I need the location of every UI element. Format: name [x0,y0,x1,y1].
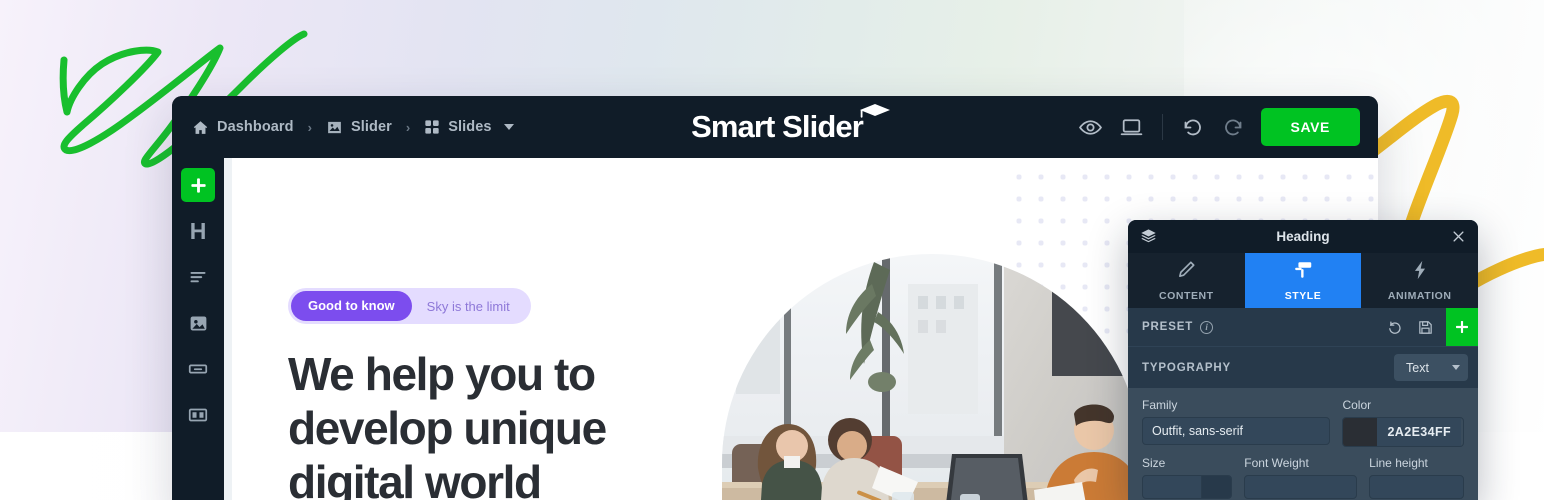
save-button[interactable]: SAVE [1260,108,1360,146]
chevron-down-icon[interactable] [503,124,514,130]
typography-row: TYPOGRAPHY Text [1128,346,1478,388]
text-lines-icon [190,272,206,283]
slide-badge[interactable]: Good to know Sky is the limit [288,288,531,324]
font-family-input[interactable]: Outfit, sans-serif [1142,417,1331,445]
plus-icon [190,177,206,193]
topbar-actions: SAVE [1078,108,1360,146]
tab-style-label: STYLE [1284,290,1322,302]
font-color-field: Color 2A2E34FF [1342,398,1464,447]
slide-badge-secondary: Sky is the limit [426,298,510,314]
tab-animation[interactable]: ANIMATION [1361,253,1478,308]
sidebar-item-heading-layer[interactable]: H [181,214,215,248]
font-size-unit[interactable] [1201,476,1232,498]
typography-select-value: Text [1406,360,1429,375]
tab-content[interactable]: CONTENT [1128,253,1245,308]
columns-icon [188,408,208,422]
screenshot-root: Dashboard › Slider › Slides Smart Slider… [0,0,1544,500]
heading-settings-panel: Heading CONTENT STYLE ANIMATION PRESET i… [1128,220,1478,500]
font-size-label: Size [1142,456,1166,470]
undo-icon[interactable] [1181,115,1205,139]
preview-icon[interactable] [1078,115,1103,140]
slide-badge-primary: Good to know [291,291,412,321]
color-swatch[interactable] [1343,418,1378,446]
preset-label: PRESET [1142,321,1194,333]
line-height-label: Line height [1369,456,1428,470]
breadcrumb-item-slider[interactable]: Slider [326,119,392,136]
home-icon [192,119,209,136]
slide-text-block: Good to know Sky is the limit We help yo… [288,288,708,500]
heading-h-icon: H [189,217,207,244]
toolbar-divider [1161,114,1163,140]
color-hex-input[interactable]: 2A2E34FF [1377,418,1462,446]
plus-icon [1456,321,1468,333]
chevron-down-icon [1452,365,1460,370]
sidebar-item-text-layer[interactable] [181,260,215,294]
font-weight-select[interactable] [1244,475,1358,499]
tab-content-label: CONTENT [1159,290,1214,302]
color-input-group: 2A2E34FF [1342,417,1464,447]
line-height-value[interactable] [1370,476,1463,498]
sidebar-item-image-layer[interactable] [181,306,215,340]
sidebar-item-add-layer[interactable] [181,168,215,202]
breadcrumb-item-slides[interactable]: Slides [424,119,514,135]
layer-toolbar-sidebar: H [172,158,224,500]
family-color-row: Family Outfit, sans-serif Color 2A2E34FF [1142,398,1464,447]
button-icon [188,364,208,374]
tab-animation-label: ANIMATION [1387,290,1452,302]
font-size-input[interactable] [1143,476,1201,498]
panel-header: Heading [1128,220,1478,253]
sidebar-item-row-layer[interactable] [181,398,215,432]
info-icon[interactable]: i [1200,320,1214,334]
font-weight-label: Font Weight [1244,456,1309,470]
size-weight-lineheight-row: Size Font Weight Line height [1142,456,1464,499]
close-icon[interactable] [1451,229,1466,244]
font-size-field: Size [1142,456,1233,499]
breadcrumb-separator: › [307,119,312,135]
redo-icon[interactable] [1221,115,1245,139]
panel-tabs: CONTENT STYLE ANIMATION [1128,253,1478,308]
breadcrumb-item-dashboard[interactable]: Dashboard [192,119,294,136]
line-height-input[interactable] [1369,475,1464,499]
reset-icon[interactable] [1380,319,1410,336]
breadcrumb-label-slides: Slides [448,119,492,135]
image-icon [190,316,206,330]
font-weight-value[interactable] [1245,476,1356,498]
slide-heading[interactable]: We help you to develop unique digital wo… [288,348,708,500]
typography-fields: Family Outfit, sans-serif Color 2A2E34FF… [1128,388,1478,499]
breadcrumb-separator-2: › [405,119,411,135]
breadcrumb-label-dashboard: Dashboard [217,119,294,135]
font-color-label: Color [1342,398,1372,412]
breadcrumb-label-slider: Slider [350,119,392,135]
floppy-save-icon[interactable] [1410,319,1440,336]
brand-wordmark: Smart Slider [691,109,864,144]
typography-select[interactable]: Text [1394,354,1468,381]
preset-add-button[interactable] [1446,308,1478,346]
layers-icon[interactable] [1140,228,1157,245]
font-family-label: Family [1142,398,1178,412]
panel-title: Heading [1276,229,1330,244]
grid-icon [424,119,440,135]
lightning-icon [1409,259,1431,286]
sidebar-item-button-layer[interactable] [181,352,215,386]
font-size-stepper[interactable] [1142,475,1233,499]
preset-actions [1380,308,1478,346]
device-laptop-icon[interactable] [1119,115,1144,140]
font-weight-field: Font Weight [1244,456,1358,499]
line-height-field: Line height [1369,456,1464,499]
preset-row: PRESET i [1128,308,1478,346]
font-family-field: Family Outfit, sans-serif [1142,398,1331,447]
image-icon [326,119,343,136]
typography-label: TYPOGRAPHY [1142,361,1232,374]
pencil-icon [1175,259,1197,286]
paint-roller-icon [1292,259,1314,286]
editor-topbar: Dashboard › Slider › Slides Smart Slider… [172,96,1378,158]
breadcrumb: Dashboard › Slider › Slides [192,119,514,136]
tab-style[interactable]: STYLE [1244,253,1362,308]
graduation-cap-icon [860,104,890,118]
